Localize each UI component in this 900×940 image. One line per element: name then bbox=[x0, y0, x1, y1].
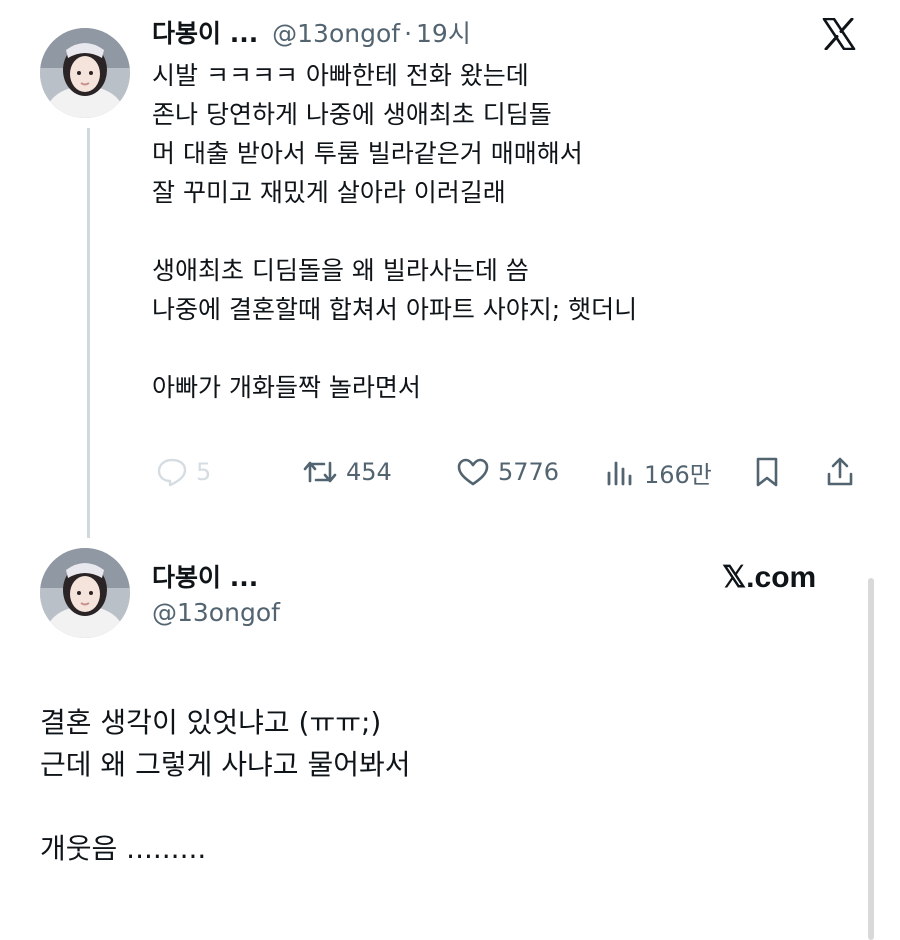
separator: · bbox=[404, 19, 413, 48]
author-avatar[interactable] bbox=[40, 28, 130, 118]
tweet-text: 시발 ㅋㅋㅋㅋ 아빠한테 전화 왔는데 존나 당연하게 나중에 생애최초 디딤돌… bbox=[152, 56, 852, 407]
tweet-line: 아빠가 개화들짝 놀라면서 bbox=[152, 373, 421, 402]
card-author-avatar[interactable] bbox=[40, 548, 130, 638]
tweet-line: 존나 당연하게 나중에 생애최초 디딤돌 bbox=[152, 100, 552, 129]
tweet-line: 생애최초 디딤돌을 왜 빌라사는데 씀 bbox=[152, 256, 529, 285]
tweet-line bbox=[152, 212, 852, 251]
tweet-actions: 5 454 5776 166만 bbox=[156, 452, 866, 492]
tweet-line: 시발 ㅋㅋㅋㅋ 아빠한테 전화 왔는데 bbox=[152, 61, 529, 90]
card-author-handle[interactable]: @13ongof bbox=[152, 598, 280, 627]
card-line: 결혼 생각이 있엇냐고 (ㅠㅠ;) bbox=[40, 706, 382, 739]
like-button[interactable]: 5776 bbox=[456, 452, 559, 492]
retweet-button[interactable]: 454 bbox=[302, 452, 392, 492]
tweet-line bbox=[152, 329, 852, 368]
card-line: 근데 왜 그렇게 사냐고 물어봐서 bbox=[40, 748, 411, 781]
tweet-time[interactable]: 19시 bbox=[416, 19, 471, 48]
reply-count: 5 bbox=[196, 458, 212, 486]
card-author-name-row: 다봉이 ... bbox=[152, 558, 258, 594]
author-handle[interactable]: @13ongof bbox=[272, 19, 400, 48]
author-name[interactable]: 다봉이 ... bbox=[152, 19, 258, 48]
reply-icon bbox=[156, 457, 188, 487]
x-logo-icon[interactable] bbox=[822, 17, 856, 54]
views-count: 166만 bbox=[644, 460, 712, 489]
views-button[interactable]: 166만 bbox=[604, 452, 712, 492]
tweet-line: 나중에 결혼할때 합쳐서 아파트 사야지; 햇더니 bbox=[152, 295, 638, 324]
retweet-icon bbox=[302, 457, 338, 487]
like-count: 5776 bbox=[498, 458, 560, 486]
reply-button[interactable]: 5 bbox=[156, 452, 211, 492]
xcom-brand-label: 𝕏.com bbox=[722, 561, 817, 594]
views-icon bbox=[604, 457, 636, 487]
card-handle-row: @13ongof bbox=[152, 598, 280, 627]
card-line bbox=[40, 786, 840, 828]
card-text: 결혼 생각이 있엇냐고 (ㅠㅠ;) 근데 왜 그렇게 사냐고 물어봐서 개웃음 … bbox=[40, 702, 840, 870]
tweet-line: 머 대출 받아서 투룸 빌라같은거 매매해서 bbox=[152, 139, 583, 168]
heart-icon bbox=[456, 457, 490, 487]
card-line: 개웃음 ......... bbox=[40, 832, 207, 865]
share-button[interactable] bbox=[824, 452, 856, 492]
tweet-line: 잘 꾸미고 재밌게 살아라 이러길래 bbox=[152, 178, 506, 207]
bookmark-button[interactable] bbox=[752, 452, 782, 492]
card-author-name[interactable]: 다봉이 ... bbox=[152, 563, 258, 592]
retweet-count: 454 bbox=[346, 458, 392, 486]
scrollbar[interactable] bbox=[868, 578, 874, 940]
bookmark-icon bbox=[752, 456, 782, 488]
thread-line bbox=[87, 128, 90, 538]
tweet-header: 다봉이 ... @13ongof · 19시 bbox=[152, 14, 471, 50]
share-icon bbox=[824, 456, 856, 488]
